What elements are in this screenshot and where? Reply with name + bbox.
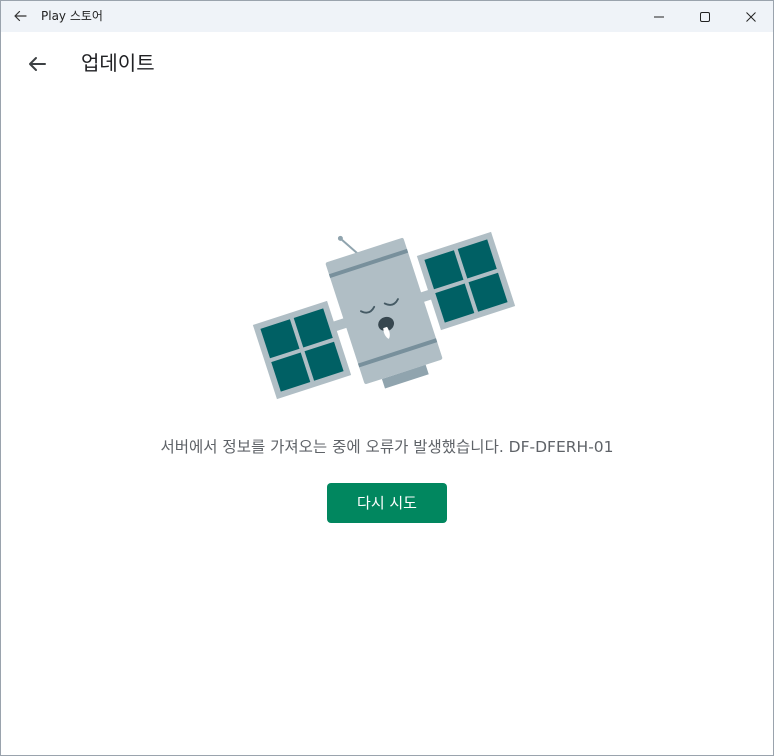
error-message: 서버에서 정보를 가져오는 중에 오류가 발생했습니다. DF-DFERH-01 xyxy=(160,438,614,456)
title-bar: Play 스토어 xyxy=(1,1,773,32)
close-icon xyxy=(746,11,756,22)
maximize-button[interactable] xyxy=(682,1,728,32)
satellite-icon xyxy=(252,231,516,400)
window-title: Play 스토어 xyxy=(41,9,103,23)
page-header: 업데이트 xyxy=(1,32,773,94)
maximize-icon xyxy=(700,11,710,22)
arrow-left-icon xyxy=(29,57,46,71)
minimize-button[interactable] xyxy=(636,1,682,32)
broken-satellite-illustration xyxy=(249,219,529,419)
minimize-icon xyxy=(654,16,664,17)
retry-button[interactable]: 다시 시도 xyxy=(327,483,447,523)
app-window: Play 스토어 업데이트 서버에서 정보를 가져오는 중에 오류가 발생했습니… xyxy=(0,0,774,756)
back-button[interactable] xyxy=(21,48,53,80)
close-button[interactable] xyxy=(728,1,773,32)
arrow-left-icon xyxy=(14,10,27,22)
page-title: 업데이트 xyxy=(81,51,155,75)
titlebar-back-button[interactable] xyxy=(9,5,31,27)
